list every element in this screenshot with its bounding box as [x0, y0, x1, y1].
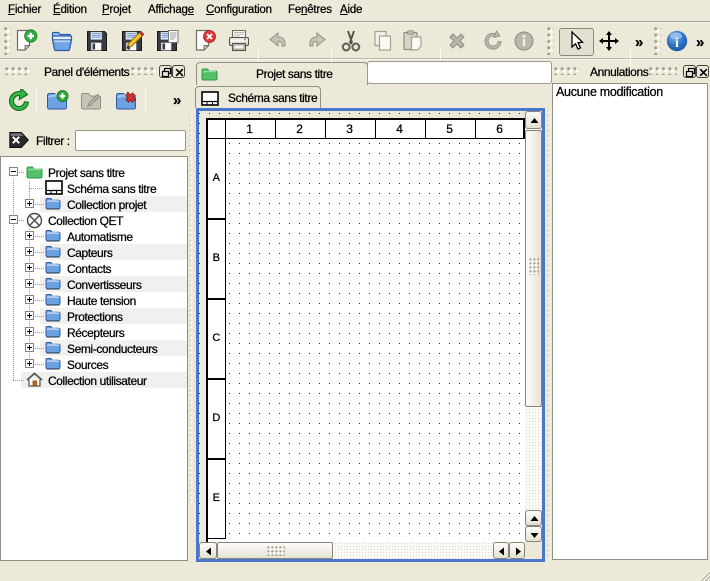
svg-text:i: i — [675, 36, 679, 51]
